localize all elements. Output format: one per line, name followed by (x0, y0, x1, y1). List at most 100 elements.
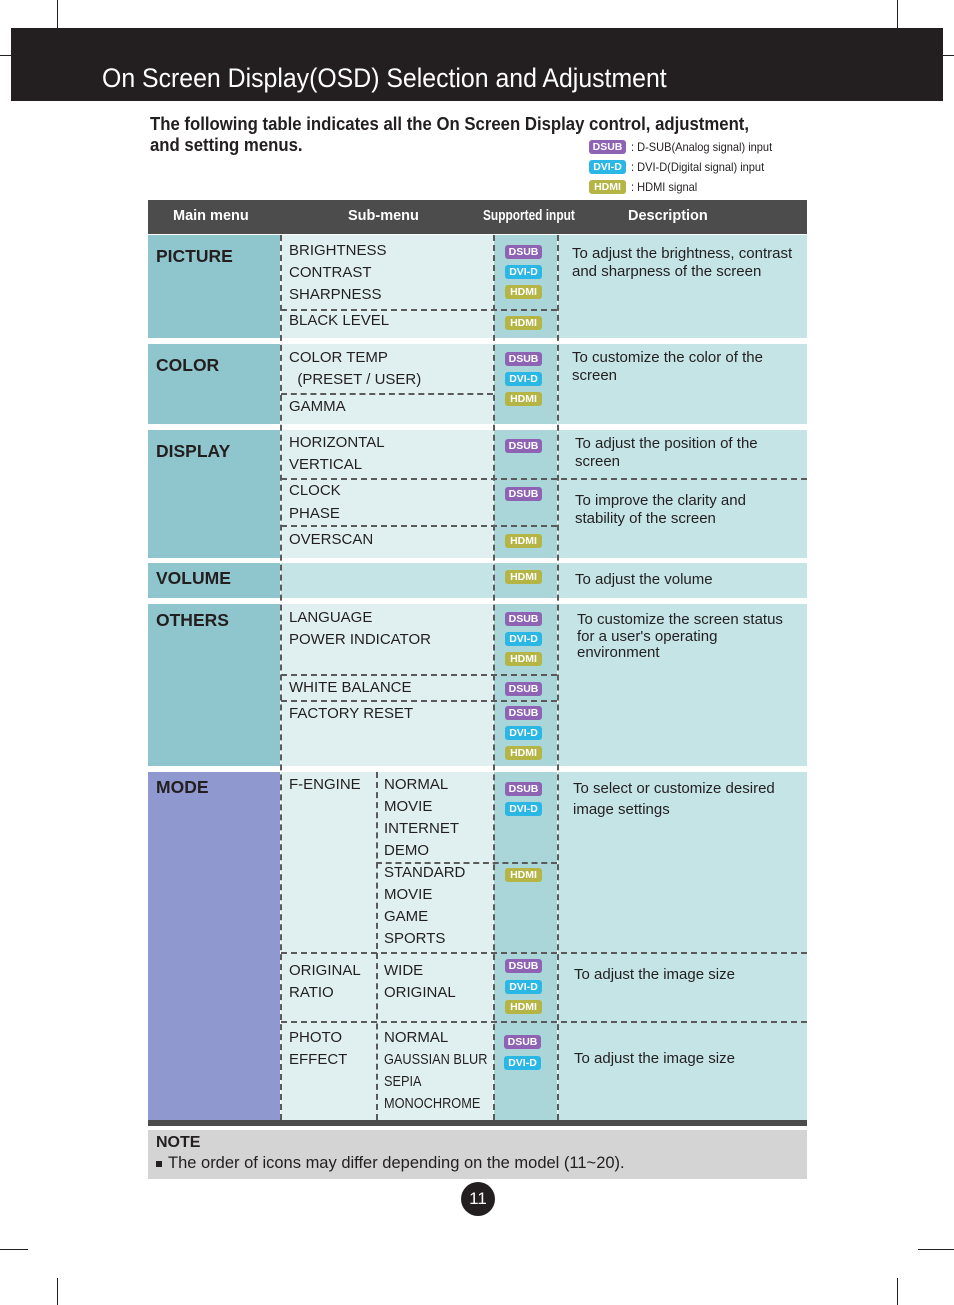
description: To adjust the image size (574, 1050, 735, 1067)
note-title: NOTE (156, 1134, 201, 1151)
description: To improve the clarity and stability of … (575, 492, 746, 527)
crop-mark (897, 0, 898, 28)
option-item: MONOCHROME (384, 1095, 481, 1112)
submenu-item: ORIGINAL (289, 962, 361, 979)
sub-cell (281, 563, 493, 598)
legend-dvid: DVI-D : DVI-D(Digital signal) input (589, 159, 776, 175)
crop-mark (0, 55, 11, 56)
crop-mark (57, 1278, 58, 1305)
header-sub-menu: Sub-menu (348, 208, 419, 224)
crop-mark (943, 55, 954, 56)
submenu-item: OVERSCAN (289, 531, 374, 548)
option-item: NORMAL (384, 776, 449, 793)
hdmi-badge: HDMI (505, 285, 542, 299)
dvid-badge: DVI-D (505, 372, 542, 386)
main-cell-picture: PICTURE (148, 235, 280, 338)
row-divider (281, 674, 557, 676)
submenu-item: CONTRAST (289, 264, 372, 281)
crop-mark (897, 1278, 898, 1305)
hdmi-badge: HDMI (505, 1000, 542, 1014)
submenu-item: GAMMA (289, 398, 346, 415)
column-divider (493, 235, 495, 1120)
dsub-badge: DSUB (504, 1035, 541, 1049)
bullet-icon (156, 1160, 162, 1167)
main-cell-volume: VOLUME (148, 563, 280, 598)
submenu-item: FACTORY RESET (289, 705, 414, 722)
submenu-item: (PRESET / USER) (289, 371, 422, 388)
dsub-badge: DSUB (505, 682, 542, 696)
hdmi-badge: HDMI (505, 746, 542, 760)
submenu-item: RATIO (289, 984, 334, 1001)
dsub-badge: DSUB (505, 959, 542, 973)
submenu-item: COLOR TEMP (289, 349, 388, 366)
row-divider (281, 478, 807, 480)
dsub-badge: DSUB (505, 439, 542, 453)
submenu-item: HORIZONTAL (289, 434, 385, 451)
option-item: GAME (384, 908, 429, 925)
dvid-badge: DVI-D (505, 726, 542, 740)
column-divider (557, 235, 559, 1120)
dsub-badge: DSUB (505, 612, 542, 626)
main-label: VOLUME (156, 568, 231, 588)
description: To adjust the position of the screen (575, 435, 758, 470)
option-item: INTERNET (384, 820, 459, 837)
legend-text: : HDMI signal (631, 180, 698, 194)
option-item: DEMO (384, 842, 429, 859)
description: To customize the color of the screen (572, 349, 763, 384)
option-item: MOVIE (384, 886, 433, 903)
dvid-badge: DVI-D (505, 980, 542, 994)
row-divider (281, 525, 557, 527)
main-cell-others: OTHERS (148, 604, 280, 766)
table-bottom-bar (148, 1120, 807, 1126)
option-item: ORIGINAL (384, 984, 456, 1001)
hdmi-badge: HDMI (505, 534, 542, 548)
main-label: PICTURE (156, 246, 233, 266)
page-number: 11 (461, 1182, 495, 1216)
header-supported-input: Supported input (483, 208, 575, 224)
main-cell-mode: MODE (148, 772, 280, 1120)
main-cell-color: COLOR (148, 344, 280, 424)
dsub-badge: DSUB (589, 140, 626, 154)
hdmi-badge: HDMI (505, 392, 542, 406)
submenu-item: WHITE BALANCE (289, 679, 412, 696)
submenu-item: CLOCK (289, 482, 341, 499)
main-label: MODE (156, 777, 209, 797)
option-item: GAUSSIAN BLUR (384, 1051, 488, 1068)
dvid-badge: DVI-D (505, 265, 542, 279)
crop-mark (918, 1249, 954, 1250)
hdmi-badge: HDMI (505, 652, 542, 666)
dvid-badge: DVI-D (505, 802, 542, 816)
legend-dsub: DSUB : D-SUB(Analog signal) input (589, 139, 784, 155)
dsub-badge: DSUB (505, 782, 542, 796)
main-label: OTHERS (156, 610, 229, 630)
column-divider (376, 772, 378, 1120)
main-cell-display: DISPLAY (148, 430, 280, 558)
option-item: SPORTS (384, 930, 446, 947)
header-main-menu: Main menu (173, 208, 249, 224)
crop-mark (0, 1249, 28, 1250)
row-divider (281, 393, 493, 395)
hdmi-badge: HDMI (505, 868, 542, 882)
note-text: The order of icons may differ depending … (156, 1154, 625, 1173)
submenu-item: LANGUAGE (289, 609, 373, 626)
submenu-item: BRIGHTNESS (289, 242, 387, 259)
submenu-item: SHARPNESS (289, 286, 382, 303)
row-divider (281, 1021, 807, 1023)
header-description: Description (628, 208, 708, 224)
dvid-badge: DVI-D (505, 632, 542, 646)
dsub-badge: DSUB (505, 352, 542, 366)
dsub-badge: DSUB (505, 487, 542, 501)
hdmi-badge: HDMI (505, 316, 542, 330)
legend-text: : DVI-D(Digital signal) input (631, 160, 765, 174)
dvid-badge: DVI-D (589, 160, 626, 174)
dsub-badge: DSUB (505, 706, 542, 720)
row-divider (281, 700, 557, 702)
hdmi-badge: HDMI (589, 180, 626, 194)
note-box: NOTE The order of icons may differ depen… (148, 1130, 807, 1179)
option-item: MOVIE (384, 798, 433, 815)
main-label: COLOR (156, 355, 220, 375)
submenu-item: PHASE (289, 505, 340, 522)
submenu-item: PHOTO (289, 1029, 343, 1046)
column-divider (280, 235, 282, 1120)
submenu-item: F-ENGINE (289, 776, 361, 793)
